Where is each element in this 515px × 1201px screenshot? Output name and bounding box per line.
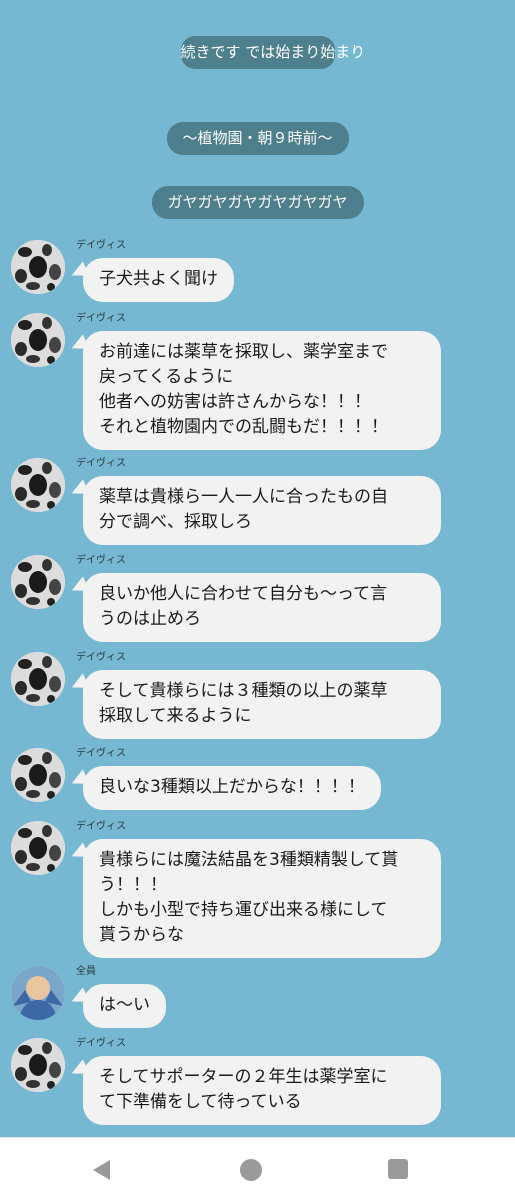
- sender-name: 全員: [76, 966, 96, 977]
- sender-name: デイヴィス: [76, 240, 126, 251]
- sender-name: デイヴィス: [76, 652, 126, 663]
- back-icon[interactable]: [90, 1158, 114, 1186]
- sender-name: デイヴィス: [76, 313, 126, 324]
- dalmatian-avatar[interactable]: [11, 652, 65, 706]
- message-bubble[interactable]: 薬草は貴様ら一人一人に合ったもの自 分で調べ、採取しろ: [83, 476, 441, 545]
- recents-icon[interactable]: [387, 1158, 409, 1184]
- sender-name: デイヴィス: [76, 1038, 126, 1049]
- dalmatian-avatar[interactable]: [11, 458, 65, 512]
- dalmatian-avatar[interactable]: [11, 313, 65, 367]
- dalmatian-avatar[interactable]: [11, 555, 65, 609]
- message-bubble[interactable]: そして貴様らには３種類の以上の薬草 採取して来るように: [83, 670, 441, 739]
- message-bubble[interactable]: そしてサポーターの２年生は薬学室に て下準備をして待っている: [83, 1056, 441, 1125]
- message-bubble[interactable]: 子犬共よく聞け: [83, 258, 234, 302]
- dalmatian-avatar[interactable]: [11, 748, 65, 802]
- home-icon[interactable]: [239, 1158, 263, 1186]
- system-message: ガヤガヤガヤガヤガヤガヤ: [151, 186, 364, 219]
- message-bubble[interactable]: 良いな3種類以上だからな！！！！: [83, 766, 381, 810]
- sender-name: デイヴィス: [76, 458, 126, 469]
- dalmatian-avatar[interactable]: [11, 240, 65, 294]
- message-bubble[interactable]: は〜い: [83, 984, 166, 1028]
- sender-name: デイヴィス: [76, 555, 126, 566]
- dalmatian-avatar[interactable]: [11, 1038, 65, 1092]
- group-avatar[interactable]: [11, 966, 65, 1020]
- system-message: 続きです では始まり始まり: [180, 36, 365, 69]
- message-bubble[interactable]: 良いか他人に合わせて自分も〜って言 うのは止めろ: [83, 573, 441, 642]
- message-bubble[interactable]: 貴様らには魔法結晶を3種類精製して貰 う！！！ しかも小型で持ち運び出来る様にし…: [83, 839, 441, 958]
- system-message: 〜植物園・朝９時前〜: [166, 122, 349, 155]
- sender-name: デイヴィス: [76, 821, 126, 832]
- dalmatian-avatar[interactable]: [11, 821, 65, 875]
- navigation-bar: [0, 1137, 515, 1201]
- message-bubble[interactable]: お前達には薬草を採取し、薬学室まで 戻ってくるように 他者への妨害は許さんからな…: [83, 331, 441, 450]
- sender-name: デイヴィス: [76, 748, 126, 759]
